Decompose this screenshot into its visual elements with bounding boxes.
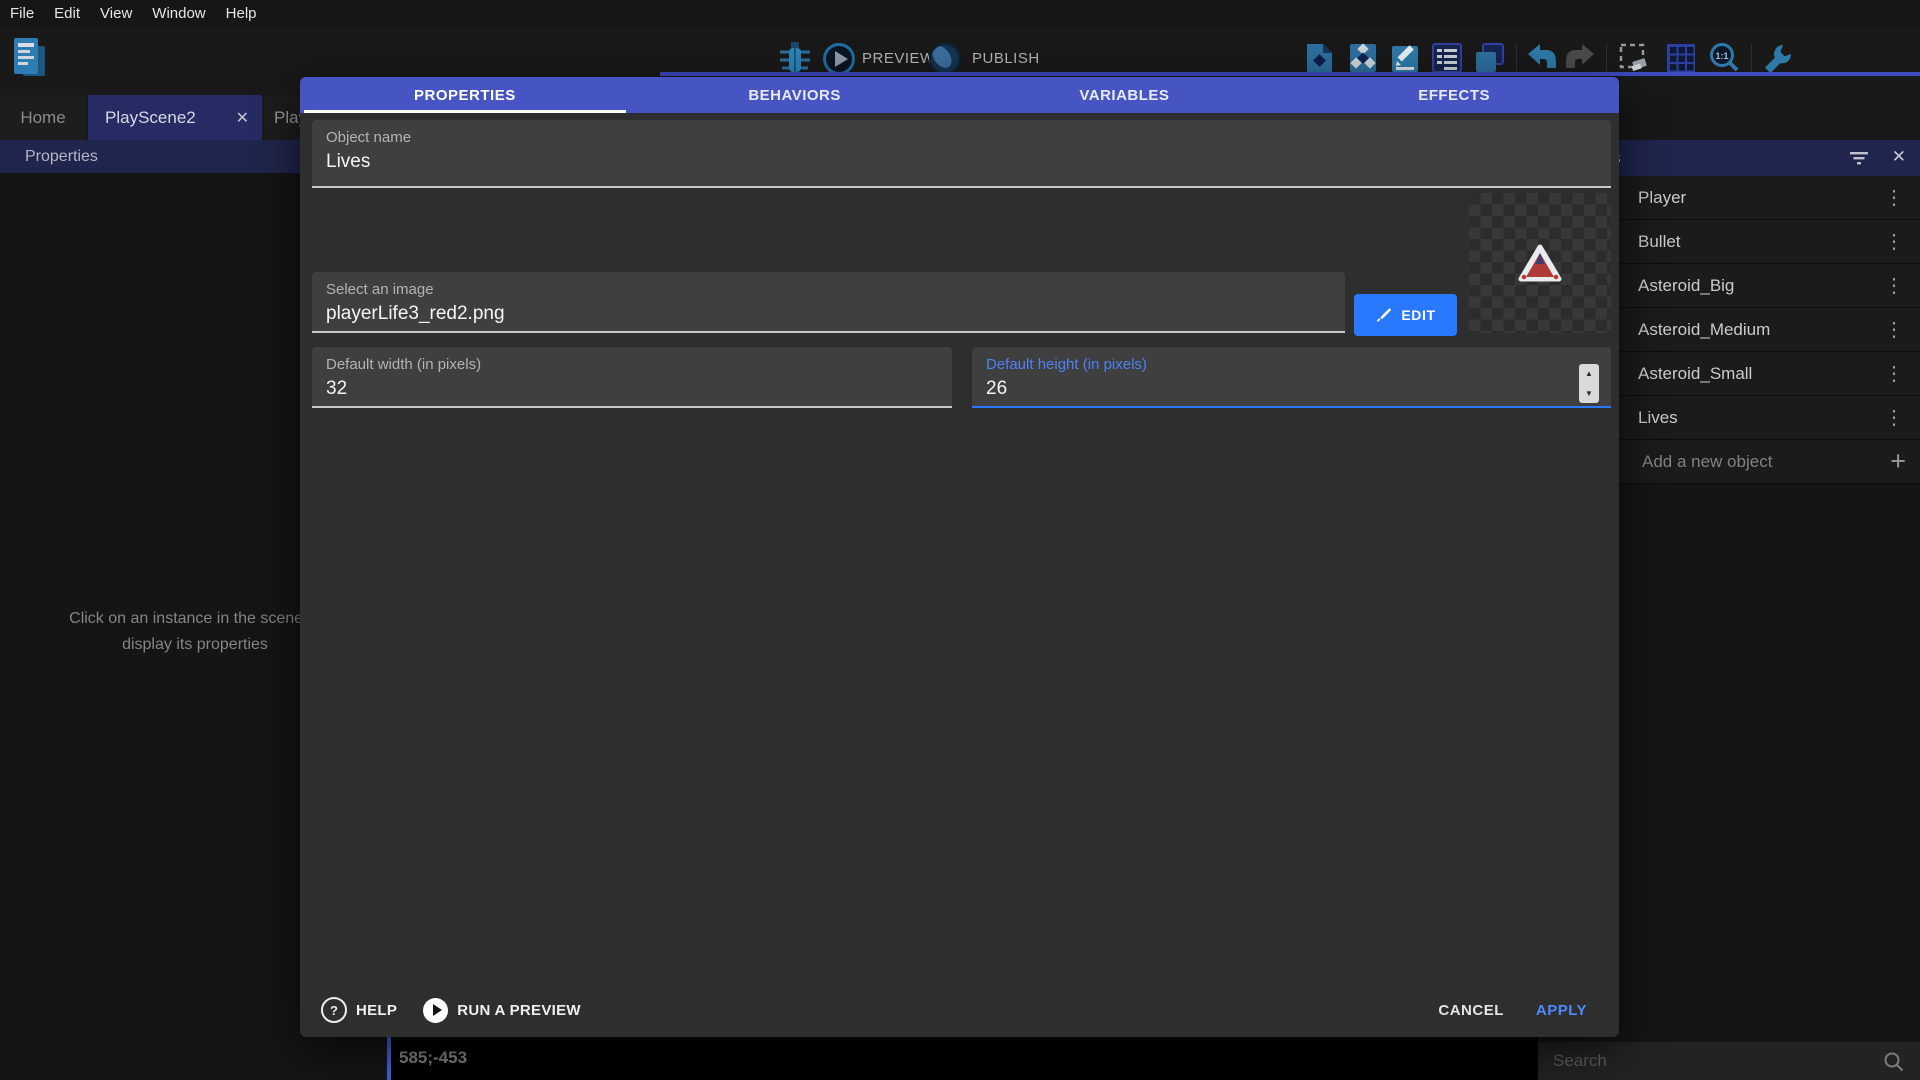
kebab-menu-icon[interactable]: ⋮ <box>1884 276 1904 296</box>
preview-label[interactable]: PREVIEW <box>862 50 935 67</box>
tab-variables[interactable]: VARIABLES <box>960 77 1290 113</box>
tab-playscene2-label: PlayScene2 <box>105 108 196 128</box>
cursor-coordinates: 585;-453 <box>399 1048 467 1068</box>
edit-image-button[interactable]: EDIT <box>1354 294 1457 336</box>
object-icon[interactable] <box>1304 42 1336 76</box>
settings-wrench-icon[interactable] <box>1762 42 1794 76</box>
objects-search-bar <box>1538 1042 1920 1080</box>
layers-icon[interactable] <box>1474 42 1506 76</box>
kebab-menu-icon[interactable]: ⋮ <box>1884 364 1904 384</box>
properties-panel-title: Properties <box>0 148 98 166</box>
kebab-menu-icon[interactable]: ⋮ <box>1884 320 1904 340</box>
toolbar-accent-line <box>660 72 1920 76</box>
menu-view[interactable]: View <box>90 5 142 22</box>
tab-properties[interactable]: PROPERTIES <box>300 77 630 113</box>
gdevelop-window: File Edit View Window Help <box>0 0 1920 1080</box>
kebab-menu-icon[interactable]: ⋮ <box>1884 232 1904 252</box>
publish-icon[interactable] <box>928 42 960 76</box>
object-name-field[interactable]: Object name Lives <box>312 120 1611 188</box>
kebab-menu-icon[interactable]: ⋮ <box>1884 408 1904 428</box>
select-image-value: playerLife3_red2.png <box>326 303 1331 325</box>
ship-sprite <box>1517 243 1563 283</box>
tab-effects[interactable]: EFFECTS <box>1289 77 1619 113</box>
edit-button-label: EDIT <box>1401 307 1435 323</box>
dialog-footer: ? HELP RUN A PREVIEW CANCEL APPLY <box>300 983 1619 1037</box>
menu-help[interactable]: Help <box>216 5 267 22</box>
tab-behaviors[interactable]: BEHAVIORS <box>630 77 960 113</box>
menu-edit[interactable]: Edit <box>44 5 90 22</box>
object-editor-dialog: PROPERTIES BEHAVIORS VARIABLES EFFECTS O… <box>300 77 1619 1037</box>
zoom-reset-icon[interactable]: 1:1 <box>1708 42 1740 76</box>
spinner-down-icon[interactable]: ▼ <box>1579 384 1599 404</box>
search-input[interactable] <box>1538 1050 1883 1072</box>
scene-focus-edge <box>387 1037 391 1080</box>
grid-icon[interactable] <box>1666 42 1698 76</box>
apply-button[interactable]: APPLY <box>1536 1002 1587 1019</box>
scene-editor-strip <box>390 1037 1537 1080</box>
object-name-label: Object name <box>326 129 1597 146</box>
object-groups-icon[interactable] <box>1348 42 1380 76</box>
image-preview-thumbnail[interactable] <box>1469 193 1611 333</box>
default-width-value: 32 <box>326 378 938 400</box>
cancel-button[interactable]: CANCEL <box>1438 1002 1504 1019</box>
tab-home-label: Home <box>20 108 65 128</box>
default-width-label: Default width (in pixels) <box>326 356 938 373</box>
default-height-label: Default height (in pixels) <box>986 356 1597 373</box>
project-manager-icon[interactable] <box>12 36 44 70</box>
tab-playscene2[interactable]: PlayScene2 ✕ <box>88 95 262 140</box>
dialog-tab-bar: PROPERTIES BEHAVIORS VARIABLES EFFECTS <box>300 77 1619 113</box>
toolbar-separator <box>1606 44 1607 74</box>
toolbar-separator <box>1751 44 1752 74</box>
run-preview-icon[interactable] <box>423 998 448 1023</box>
spinner-up-icon[interactable]: ▲ <box>1579 364 1599 384</box>
kebab-menu-icon[interactable]: ⋮ <box>1884 188 1904 208</box>
svg-text:1:1: 1:1 <box>1715 51 1728 61</box>
undo-icon[interactable] <box>1526 42 1558 76</box>
debugger-icon[interactable] <box>778 40 810 74</box>
default-height-field[interactable]: Default height (in pixels) 26 ▲ ▼ <box>972 347 1611 408</box>
publish-label[interactable]: PUBLISH <box>972 50 1040 67</box>
menu-file[interactable]: File <box>0 5 44 22</box>
tab-close-icon[interactable]: ✕ <box>236 108 249 128</box>
select-image-field[interactable]: Select an image playerLife3_red2.png <box>312 272 1345 333</box>
menu-bar: File Edit View Window Help <box>0 0 1920 27</box>
help-icon[interactable]: ? <box>321 997 347 1023</box>
run-preview-button[interactable]: RUN A PREVIEW <box>457 1002 581 1019</box>
preview-icon[interactable] <box>822 42 854 76</box>
redo-icon[interactable] <box>1564 42 1596 76</box>
filter-icon[interactable] <box>1850 151 1868 170</box>
add-icon[interactable]: + <box>1890 448 1906 475</box>
number-spinner: ▲ ▼ <box>1579 364 1599 403</box>
object-name-value: Lives <box>326 151 1597 173</box>
default-height-value: 26 <box>986 378 1597 400</box>
search-icon <box>1883 1051 1904 1072</box>
help-button[interactable]: HELP <box>356 1002 397 1019</box>
default-width-field[interactable]: Default width (in pixels) 32 <box>312 347 952 408</box>
events-sheet-icon[interactable] <box>1432 42 1464 76</box>
close-icon[interactable]: ✕ <box>1892 147 1906 167</box>
menu-window[interactable]: Window <box>142 5 215 22</box>
tab-home[interactable]: Home <box>0 95 86 140</box>
toolbar-separator <box>1516 44 1517 74</box>
brush-icon <box>1375 307 1392 324</box>
delete-instances-icon[interactable] <box>1618 42 1650 76</box>
edit-scene-icon[interactable] <box>1390 42 1422 76</box>
select-image-label: Select an image <box>326 281 1331 298</box>
